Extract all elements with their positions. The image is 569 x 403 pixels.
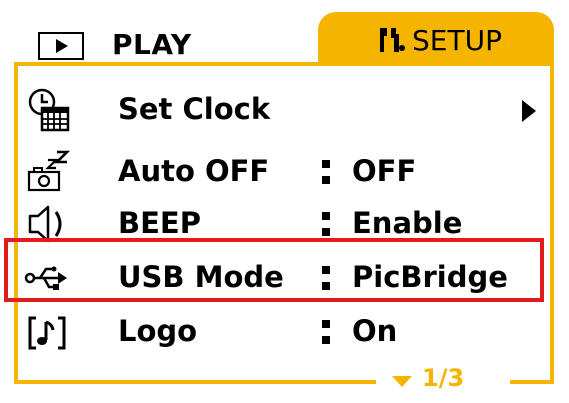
logo-music-icon	[28, 316, 66, 350]
menu-item-label: BEEP	[118, 206, 201, 240]
menu-item-logo[interactable]: Logo On	[18, 306, 550, 362]
tab-setup[interactable]: SETUP	[318, 12, 554, 64]
menu-item-value: On	[352, 314, 398, 348]
menu-item-value: OFF	[352, 154, 417, 188]
play-icon	[38, 32, 84, 60]
frame-divider	[510, 380, 554, 384]
frame-divider	[14, 380, 376, 384]
tab-setup-label: SETUP	[412, 24, 502, 57]
menu-item-label: Logo	[118, 314, 198, 348]
camera-sleep-icon	[27, 150, 70, 192]
separator-icon	[322, 160, 330, 186]
menu-item-auto-off[interactable]: Auto OFF OFF	[18, 146, 550, 202]
separator-icon	[322, 212, 330, 238]
page-number: 1/3	[422, 364, 465, 392]
menu-item-set-clock[interactable]: Set Clock	[18, 84, 550, 140]
tab-play-label: PLAY	[112, 28, 192, 61]
separator-icon	[322, 320, 330, 346]
menu-item-label: Set Clock	[118, 92, 271, 126]
tab-play[interactable]: PLAY	[0, 12, 300, 62]
clock-calendar-icon	[28, 88, 70, 132]
menu-item-label: Auto OFF	[118, 154, 270, 188]
setup-tools-icon	[380, 28, 405, 52]
page-down-arrow-icon	[392, 376, 412, 387]
selection-highlight	[4, 238, 544, 302]
submenu-arrow-icon	[522, 100, 536, 122]
menu-item-value: Enable	[352, 206, 463, 240]
